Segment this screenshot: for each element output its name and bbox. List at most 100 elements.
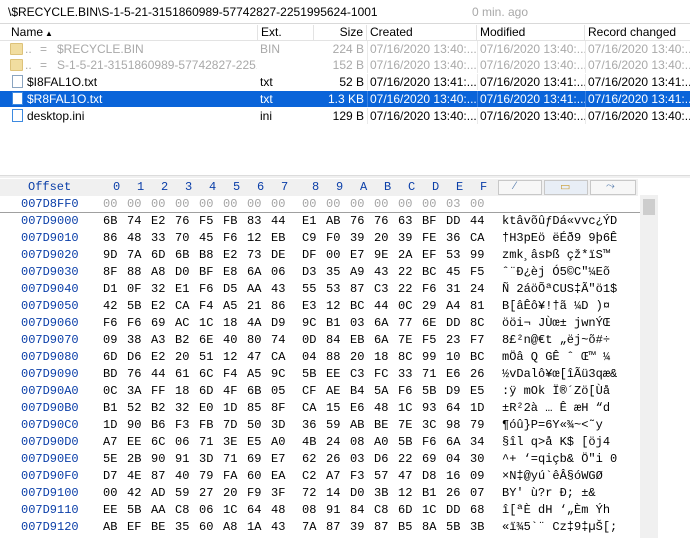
hex-byte[interactable]: 32 (151, 281, 171, 297)
hex-byte[interactable]: 18 (374, 349, 394, 365)
hex-byte[interactable]: 1C (223, 502, 243, 518)
hex-byte[interactable]: 08 (350, 434, 370, 450)
hex-byte[interactable]: E3 (302, 298, 322, 314)
ascii-text[interactable]: :ÿ mOk Ï®´Zö[Ùå (502, 383, 610, 399)
hex-byte[interactable]: 32 (175, 400, 195, 416)
hex-byte[interactable]: 1C (398, 400, 418, 416)
hex-byte[interactable]: BF (422, 213, 442, 229)
hex-byte[interactable]: 87 (326, 519, 346, 535)
hex-byte[interactable]: DD (446, 213, 466, 229)
hex-byte[interactable]: 8F (271, 400, 291, 416)
hex-byte[interactable]: 03 (350, 451, 370, 467)
hex-byte[interactable]: D6 (127, 349, 147, 365)
hex-byte[interactable]: 59 (326, 417, 346, 433)
ascii-text[interactable]: ktâvõûƒDá«vvc¿ÝD (502, 213, 617, 229)
hex-row[interactable]: 007D8FF0 00 00 00 00 00 00 00 00 00 00 00 00 00 00 03 00 (0, 196, 640, 212)
hex-byte[interactable]: 5B (127, 502, 147, 518)
hex-byte[interactable]: 00 (271, 196, 291, 212)
hex-byte[interactable]: C2 (302, 468, 322, 484)
hex-row[interactable]: 007D9110 EE 5B AA C8 06 1C 64 48 08 91 84 C8 6D 1C DD 68… (0, 502, 640, 518)
hex-byte[interactable]: BE (374, 417, 394, 433)
hex-byte[interactable]: A4 (446, 298, 466, 314)
hex-byte[interactable]: 7A (127, 247, 147, 263)
hex-byte[interactable]: 73 (247, 247, 267, 263)
hex-byte[interactable]: 00 (223, 196, 243, 212)
hex-byte[interactable]: 33 (151, 230, 171, 246)
hex-byte[interactable]: D6 (374, 451, 394, 467)
hex-byte[interactable]: 18 (223, 315, 243, 331)
hex-byte[interactable]: AA (247, 281, 267, 297)
hex-byte[interactable]: 0C (103, 383, 123, 399)
hex-byte[interactable]: 53 (446, 247, 466, 263)
hex-row[interactable]: 007D9000 6B 74 E2 76 F5 FB 83 44 E1 AB 76 76 63 BF DD 44… (0, 213, 640, 229)
hex-byte[interactable]: 23 (446, 332, 466, 348)
hex-byte[interactable]: 00 (247, 196, 267, 212)
hex-byte[interactable]: 7E (398, 332, 418, 348)
hex-byte[interactable]: 91 (175, 451, 195, 467)
hex-byte[interactable]: F5 (470, 264, 490, 280)
hex-byte[interactable]: AD (151, 485, 171, 501)
hex-byte[interactable]: 7E (398, 417, 418, 433)
hex-byte[interactable]: 6C (151, 434, 171, 450)
hex-row[interactable]: 007D90C0 1D 90 B6 F3 FB 7D 50 3D 36 59 AB BE 7E 3C 98 79… (0, 417, 640, 433)
hex-byte[interactable]: E7 (271, 451, 291, 467)
hex-byte[interactable]: 39 (350, 519, 370, 535)
hex-row[interactable]: 007D9090 BD 76 44 61 6C F4 A5 9C 5B EE C3 FC 33 71 E6 26… (0, 366, 640, 382)
pen-tool-button[interactable]: ⁄ (498, 180, 542, 195)
hex-byte[interactable]: 71 (422, 366, 442, 382)
file-row-i8fal1o[interactable]: $I8FAL1O.txt txt 52 B 07/16/2020 13:41:.… (0, 74, 690, 90)
hex-byte[interactable]: B1 (422, 485, 442, 501)
hex-row[interactable]: 007D9020 9D 7A 6D 6B B8 E2 73 DE DF 00 E7 9E 2A EF 53 99… (0, 247, 640, 263)
hex-byte[interactable]: FF (151, 383, 171, 399)
hex-byte[interactable]: DD (446, 502, 466, 518)
hex-byte[interactable]: EE (127, 434, 147, 450)
hex-byte[interactable]: BC (470, 349, 490, 365)
hex-byte[interactable]: B6 (151, 417, 171, 433)
hex-byte[interactable]: 83 (247, 213, 267, 229)
hex-byte[interactable]: 50 (247, 417, 267, 433)
hex-byte[interactable]: B5 (398, 519, 418, 535)
hex-byte[interactable]: 06 (271, 264, 291, 280)
hex-byte[interactable]: 00 (326, 247, 346, 263)
hex-byte[interactable]: 77 (398, 315, 418, 331)
jump-button[interactable]: ⤳ (590, 180, 636, 195)
hex-byte[interactable]: 62 (302, 451, 322, 467)
hex-byte[interactable]: 53 (326, 281, 346, 297)
hex-byte[interactable]: 68 (470, 502, 490, 518)
hex-byte[interactable]: F6 (422, 434, 442, 450)
hex-byte[interactable]: AE (326, 383, 346, 399)
hex-byte[interactable]: D3 (302, 264, 322, 280)
hex-byte[interactable]: AB (326, 213, 346, 229)
hex-byte[interactable]: 07 (470, 485, 490, 501)
hex-byte[interactable]: 14 (326, 485, 346, 501)
hex-byte[interactable]: 4F (223, 383, 243, 399)
hex-byte[interactable]: F6 (223, 230, 243, 246)
column-header-size[interactable]: Size (314, 25, 367, 40)
hex-byte[interactable]: 00 (374, 196, 394, 212)
hex-byte[interactable]: 9E (374, 247, 394, 263)
hex-byte[interactable]: E2 (223, 247, 243, 263)
hex-byte[interactable]: 08 (302, 502, 322, 518)
hex-byte[interactable]: 29 (422, 298, 442, 314)
hex-byte[interactable]: 98 (446, 417, 466, 433)
hex-byte[interactable]: 15 (326, 400, 346, 416)
hex-byte[interactable]: 0C (398, 298, 418, 314)
hex-byte[interactable]: CA (271, 349, 291, 365)
hex-byte[interactable]: 8A (422, 519, 442, 535)
hex-byte[interactable]: 12 (326, 298, 346, 314)
hex-byte[interactable]: 88 (326, 349, 346, 365)
hex-byte[interactable]: CA (302, 400, 322, 416)
hex-byte[interactable]: 00 (127, 196, 147, 212)
hex-byte[interactable]: 59 (175, 485, 195, 501)
ascii-text[interactable]: ¶óû}P=6Y«¾~<˜y (502, 417, 603, 433)
hex-byte[interactable]: 24 (326, 434, 346, 450)
hex-byte[interactable]: D5 (223, 281, 243, 297)
ascii-text[interactable]: §îl q>å K$ [öj4 (502, 434, 610, 450)
hex-byte[interactable]: C9 (302, 230, 322, 246)
hex-byte[interactable]: 3D (199, 451, 219, 467)
ascii-text[interactable]: ööi¬ JÙœ± jwnÝŒ (502, 315, 610, 331)
ascii-text[interactable]: 8£²n@€t „ëj~õ#÷ (502, 332, 610, 348)
ascii-text[interactable]: mÖâ Q GÊ ˆ Œ™ ¼ (502, 349, 610, 365)
hex-byte[interactable]: 36 (446, 230, 466, 246)
hex-byte[interactable]: F6 (199, 281, 219, 297)
